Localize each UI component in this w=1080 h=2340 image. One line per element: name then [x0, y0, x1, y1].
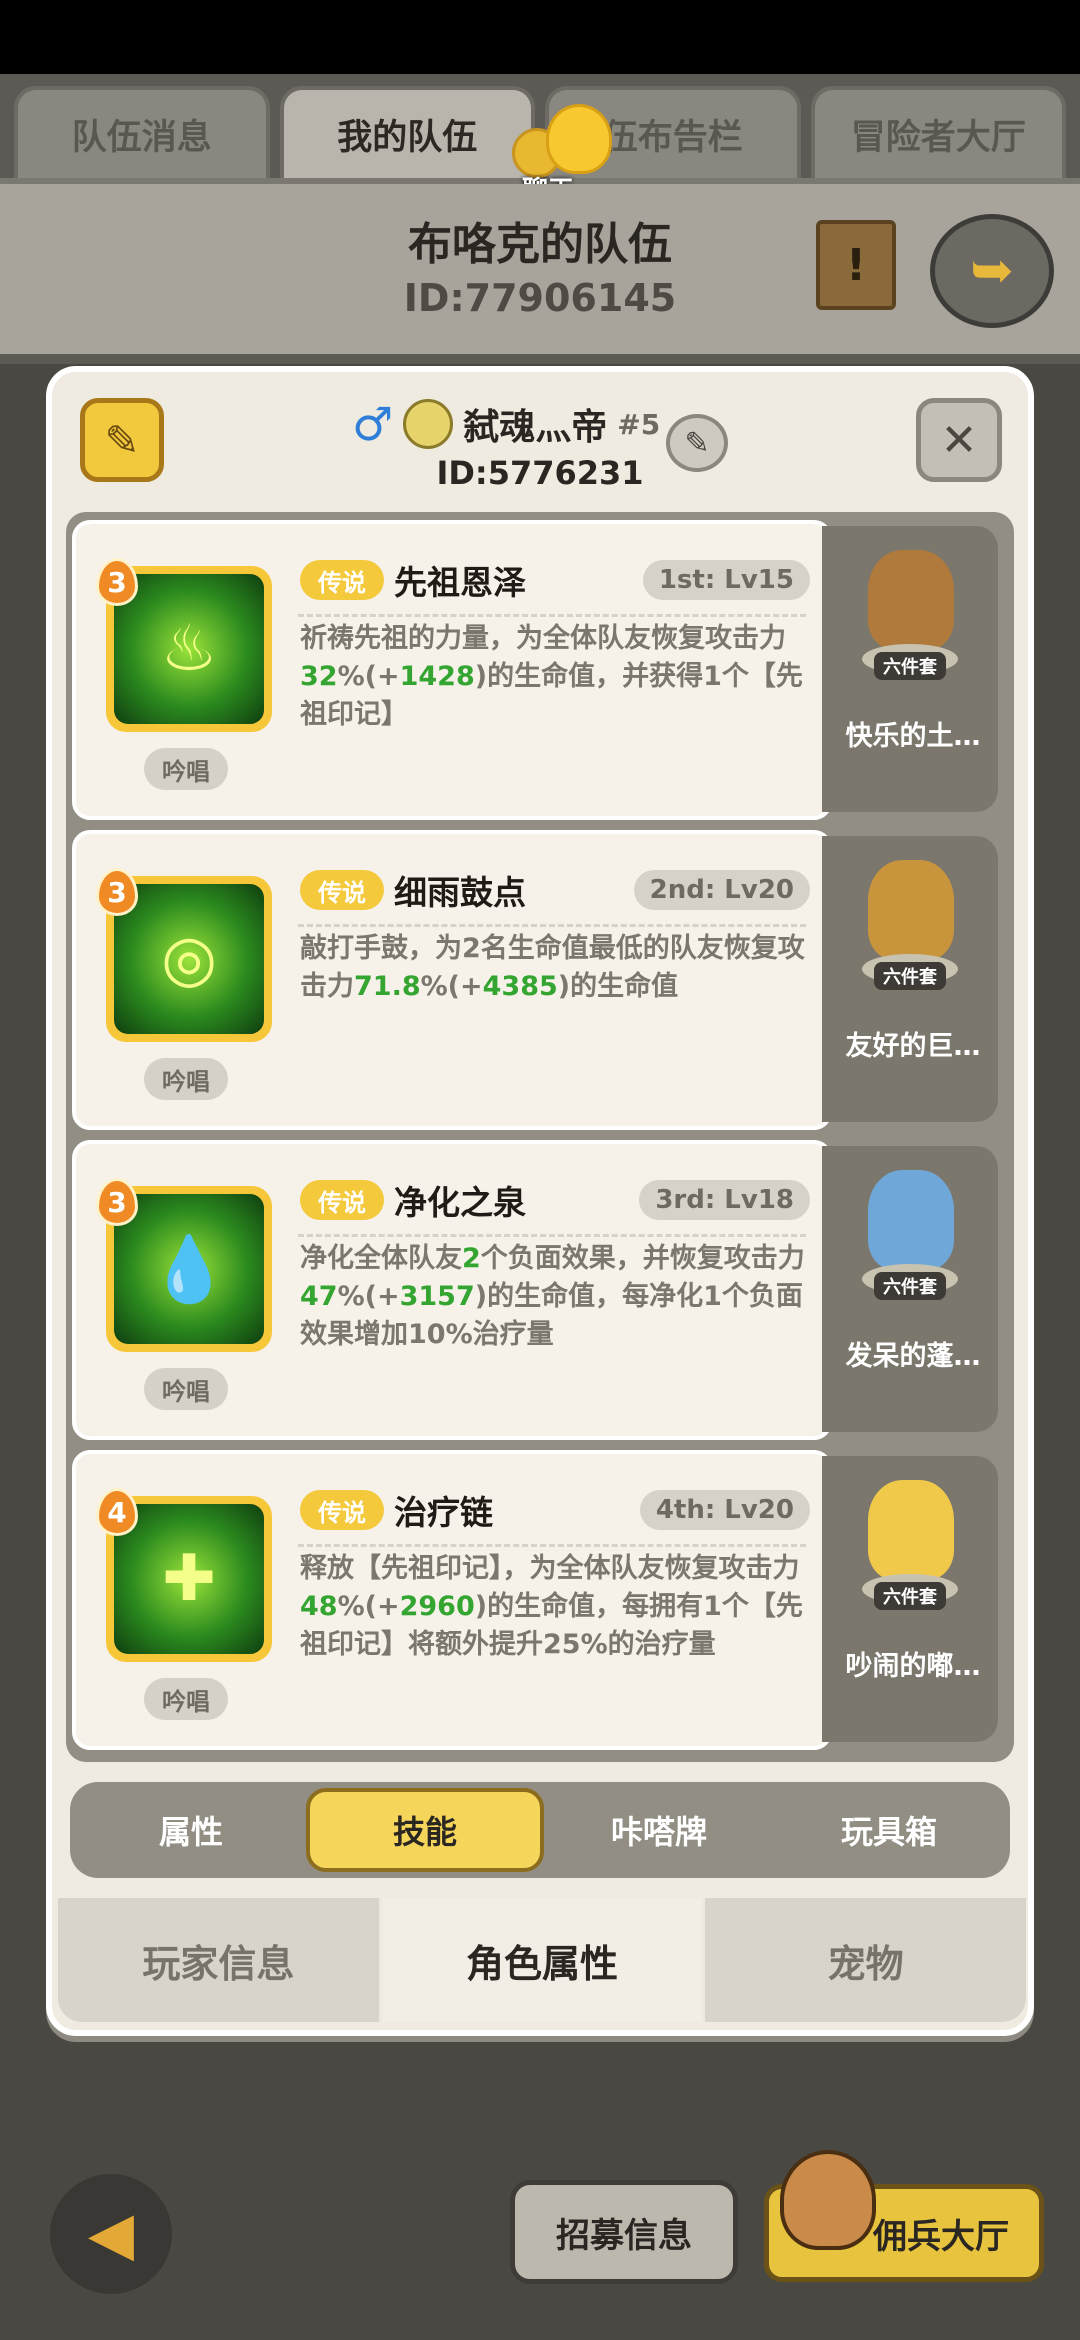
- bottom-tabs: 玩家信息 角色属性 宠物: [58, 1898, 1026, 2022]
- skill-level: 3rd: Lv18: [639, 1180, 810, 1220]
- pet-slot[interactable]: 六件套 发呆的蓬…: [822, 1146, 998, 1432]
- skill-level: 4th: Lv20: [639, 1490, 810, 1530]
- tab-adventurer-hall[interactable]: 冒险者大厅: [810, 86, 1066, 178]
- exit-team-icon[interactable]: ➥: [930, 214, 1054, 328]
- skill-description: 释放【先祖印记】，为全体队友恢复攻击力48%(+2960)的生命值，每拥有1个【…: [300, 1553, 803, 1660]
- divider: [298, 1544, 806, 1547]
- notice-scroll-icon[interactable]: !: [816, 220, 896, 310]
- rarity-badge: 传说: [300, 1180, 384, 1220]
- spring-icon: 💧: [114, 1194, 264, 1344]
- divider: [298, 1234, 806, 1237]
- skill-name: 治疗链: [394, 1493, 493, 1532]
- ancestor-icon: ♨: [114, 574, 264, 724]
- skill-description: 祈祷先祖的力量，为全体队友恢复攻击力32%(+1428)的生命值，并获得1个【先…: [300, 623, 803, 730]
- skill-description: 净化全体队友2个负面效果，并恢复攻击力47%(+3157)的生命值，每净化1个负…: [300, 1243, 805, 1350]
- skill-card[interactable]: 💧 3 吟唱 传说 净化之泉 3rd: Lv18 净化全体队友2个负面效果，并恢…: [72, 1140, 832, 1440]
- pet-name: 友好的巨…: [845, 1031, 981, 1062]
- pet-set-tag: 六件套: [874, 962, 946, 990]
- divider: [298, 614, 806, 617]
- pet-figure: [868, 1170, 954, 1270]
- team-name: 布咯克的队伍: [408, 219, 672, 270]
- pet-name: 快乐的土…: [845, 721, 981, 752]
- chant-tag: 吟唱: [144, 1678, 228, 1720]
- skill-name: 细雨鼓点: [394, 873, 526, 912]
- player-id: ID:5776231: [436, 454, 644, 492]
- tab-pets[interactable]: 宠物: [705, 1898, 1026, 2022]
- tab-click-cards[interactable]: 咔嗒牌: [544, 1788, 774, 1872]
- skill-card[interactable]: ♨ 3 吟唱 传说 先祖恩泽 1st: Lv15 祈祷先祖的力量，为全体队友恢复…: [72, 520, 832, 820]
- skill-card[interactable]: ◎ 3 吟唱 传说 细雨鼓点 2nd: Lv20 敲打手鼓，为2名生命值最低的队…: [72, 830, 832, 1130]
- skill-level: 2nd: Lv20: [633, 870, 810, 910]
- pet-slot[interactable]: 六件套 友好的巨…: [822, 836, 998, 1122]
- player-rank: #5: [617, 407, 661, 441]
- heal-chain-icon: ✚: [114, 1504, 264, 1654]
- avatar: [403, 399, 454, 449]
- pet-set-tag: 六件套: [874, 652, 946, 680]
- team-id: ID:77906145: [403, 276, 677, 320]
- pet-name: 吵闹的嘟…: [845, 1651, 981, 1682]
- skill-name: 净化之泉: [394, 1183, 526, 1222]
- chant-tag: 吟唱: [144, 1058, 228, 1100]
- pet-set-tag: 六件套: [874, 1582, 946, 1610]
- divider: [298, 924, 806, 927]
- caveman-icon: [780, 2150, 876, 2250]
- male-gender-icon: ♂: [352, 397, 394, 451]
- skill-level: 1st: Lv15: [642, 560, 810, 600]
- rain-drum-icon: ◎: [114, 884, 264, 1034]
- pet-figure: [868, 550, 954, 650]
- player-name: 弑魂灬帝: [463, 407, 608, 448]
- skill-name: 先祖恩泽: [394, 563, 526, 602]
- back-arrow-icon[interactable]: ◀: [50, 2174, 172, 2294]
- tab-character-attributes[interactable]: 角色属性: [381, 1898, 706, 2022]
- pet-slot[interactable]: 六件套 快乐的土…: [822, 526, 998, 812]
- rarity-badge: 传说: [300, 560, 384, 600]
- skill-description: 敲打手鼓，为2名生命值最低的队友恢复攻击力71.8%(+4385)的生命值: [300, 933, 805, 1002]
- tab-player-info[interactable]: 玩家信息: [58, 1898, 382, 2022]
- chant-tag: 吟唱: [144, 1368, 228, 1410]
- sub-tabs: 属性 技能 咔嗒牌 玩具箱: [70, 1782, 1010, 1878]
- chat-face-icon: [546, 104, 612, 174]
- player-info: ♂ 弑魂灬帝 #5: [352, 396, 660, 452]
- pet-figure: [868, 1480, 954, 1580]
- pet-set-tag: 六件套: [874, 1272, 946, 1300]
- tab-team-messages[interactable]: 队伍消息: [14, 86, 270, 178]
- skill-card[interactable]: ✚ 4 吟唱 传说 治疗链 4th: Lv20 释放【先祖印记】，为全体队友恢复…: [72, 1450, 832, 1750]
- tab-skills[interactable]: 技能: [306, 1788, 544, 1872]
- pet-slot[interactable]: 六件套 吵闹的嘟…: [822, 1456, 998, 1742]
- tab-my-team[interactable]: 我的队伍: [279, 86, 535, 178]
- chant-tag: 吟唱: [144, 748, 228, 790]
- tab-toy-box[interactable]: 玩具箱: [774, 1788, 1004, 1872]
- rarity-badge: 传说: [300, 1490, 384, 1530]
- status-bar: [0, 0, 1080, 74]
- recruit-info-button[interactable]: 招募信息: [510, 2180, 738, 2284]
- pet-figure: [868, 860, 954, 960]
- rarity-badge: 传说: [300, 870, 384, 910]
- tab-attributes[interactable]: 属性: [76, 1788, 306, 1872]
- pet-name: 发呆的蓬…: [845, 1341, 981, 1372]
